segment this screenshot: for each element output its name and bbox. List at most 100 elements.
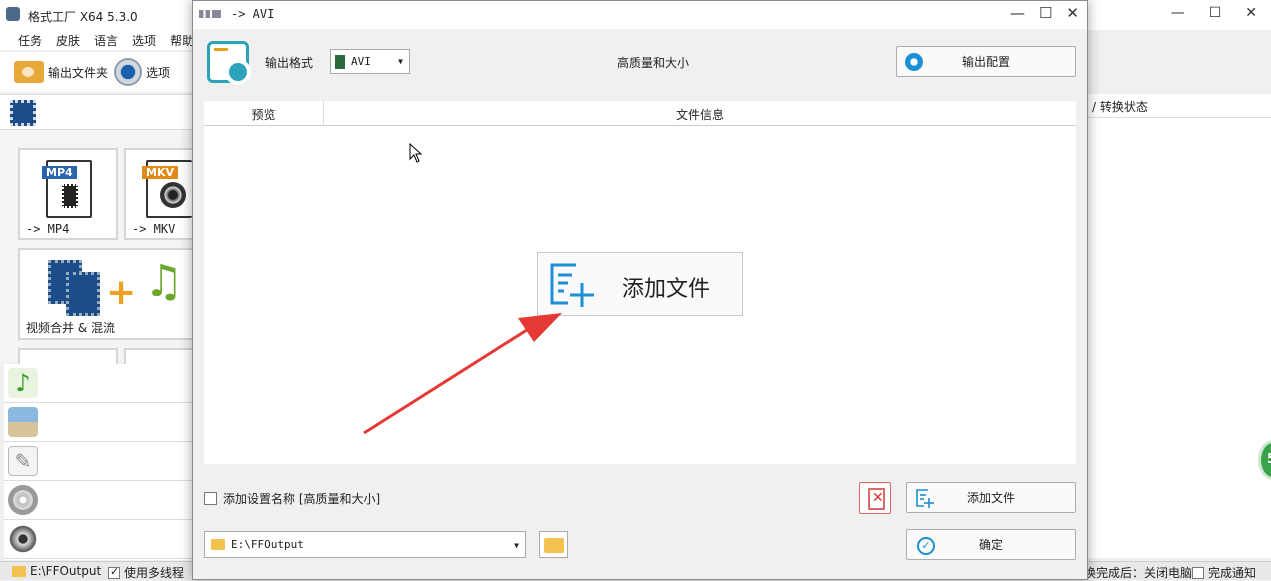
add-file-label: 添加文件 [966,491,1015,505]
menu-help[interactable]: 帮助 [170,32,194,49]
menu-language[interactable]: 语言 [94,32,118,49]
music-note-icon: ♫ [144,256,184,307]
add-file-big-label: 添加文件 [622,277,711,302]
category-tools[interactable] [4,520,194,559]
tile-partial[interactable] [124,348,200,364]
close-icon[interactable]: ✕ [1066,4,1079,22]
floating-widget-text: 5 [1267,452,1271,467]
maximize-icon[interactable]: ☐ [1039,4,1052,22]
picture-icon [8,407,38,437]
app-icon [6,7,20,21]
film-icon [66,272,100,316]
convert-dialog: -> AVI — ☐ ✕ 输出格式 AVI ▼ 高质量和大小 输出配置 预览 文… [192,0,1088,580]
mkv-tag: MKV [142,166,178,179]
delete-icon: ✕ [872,490,884,506]
task-list-header: / 转换状态 [1086,94,1271,118]
output-path-select[interactable]: E:\FFOutput ▼ [204,531,526,558]
add-file-button[interactable]: 添加文件 [906,482,1076,513]
dialog-title: -> AVI [231,7,275,21]
column-file-info[interactable]: 文件信息 [324,101,1076,125]
add-file-big-button[interactable]: 添加文件 [537,252,743,316]
add-setting-name-checkbox[interactable]: 添加设置名称 [高质量和大小] [204,490,380,507]
category-document[interactable]: ✎ [4,442,194,481]
film-reel-icon [8,524,38,554]
mp4-tag: MP4 [42,166,77,179]
dialog-app-icon [199,10,221,18]
remove-file-button[interactable]: ✕ [859,482,891,514]
disc-icon [160,182,186,208]
category-list: ♪ ✎ [4,364,194,560]
category-audio[interactable]: ♪ [4,364,194,403]
mouse-cursor-icon [409,143,423,163]
gear-icon [905,53,923,71]
add-file-icon [550,263,594,307]
dialog-window-controls: — ☐ ✕ [1010,4,1079,22]
mkv-file-icon: MKV [142,160,192,218]
maximize-icon[interactable]: ☐ [1209,5,1222,21]
output-format-value: AVI [351,55,371,68]
add-file-icon [916,489,934,508]
status-output-path[interactable]: E:\FFOutput [12,564,101,578]
film-strip-icon [62,184,78,208]
tile-partial[interactable] [18,348,118,364]
after-done-setting[interactable]: 转换完成后：关闭电脑 [1072,564,1192,581]
tile-to-mp4[interactable]: MP4 -> MP4 [18,148,118,240]
tile-to-mp4-label: -> MP4 [26,222,70,236]
folder-icon [14,61,44,83]
notify-label: 完成通知 [1208,566,1257,580]
output-folder-button[interactable]: 输出文件夹 [14,61,108,83]
multithread-checkbox[interactable]: 使用多线程 [108,564,184,581]
check-circle-icon: ✓ [917,537,935,555]
after-done-label: 转换完成后：关闭电脑 [1072,566,1193,580]
gear-icon [114,58,143,86]
tile-video-merge-label: 视频合并 & 混流 [26,321,115,335]
notify-checkbox[interactable]: 完成通知 [1192,564,1256,581]
close-icon[interactable]: ✕ [1245,5,1257,21]
checkbox-icon [108,565,120,579]
menu-options[interactable]: 选项 [132,32,156,49]
task-list [1086,118,1271,558]
minimize-icon[interactable]: — [1010,4,1025,22]
convert-status-column: / 转换状态 [1092,100,1148,114]
options-button[interactable]: 选项 [114,58,170,86]
main-title: 格式工厂 X64 5.3.0 [28,10,138,24]
chevron-down-icon: ▼ [398,57,403,66]
document-icon: ✎ [8,446,38,476]
options-label: 选项 [146,65,171,80]
output-format-select[interactable]: AVI ▼ [330,49,410,74]
tile-video-merge[interactable]: + ♫ 视频合并 & 混流 [18,248,200,340]
main-window-controls: — ☐ ✕ [1171,5,1257,21]
dialog-titlebar: -> AVI — ☐ ✕ [193,1,1087,29]
main-toolbar: 输出文件夹 选项 [0,52,200,92]
menu-skin[interactable]: 皮肤 [56,32,80,49]
multithread-label: 使用多线程 [124,566,185,580]
output-path-value: E:\FFOutput [231,538,304,551]
output-folder-label: 输出文件夹 [48,65,109,80]
disc-icon [8,485,38,515]
avi-file-icon [335,54,345,69]
confirm-button[interactable]: ✓ 确定 [906,529,1076,560]
confirm-label: 确定 [978,538,1003,552]
chevron-down-icon: ▼ [514,541,519,550]
music-note-icon: ♪ [8,368,38,398]
category-image[interactable] [4,403,194,442]
column-preview[interactable]: 预览 [204,101,324,125]
output-format-label: 输出格式 [265,56,314,70]
function-panel: MP4 -> MP4 MKV -> MKV + ♫ 视频合并 & 混流 [0,130,200,364]
menu-task[interactable]: 任务 [18,32,42,49]
category-rom[interactable] [4,481,194,520]
checkbox-icon [1192,566,1204,579]
folder-icon [12,565,26,577]
mp4-file-icon: MP4 [42,160,92,218]
tile-to-mkv[interactable]: MKV -> MKV [124,148,200,240]
file-list-header: 预览 文件信息 [204,101,1076,126]
output-config-button[interactable]: 输出配置 [896,46,1076,77]
plus-icon: + [106,272,137,313]
add-setting-name-label: 添加设置名称 [高质量和大小] [223,492,381,506]
browse-folder-button[interactable] [539,531,568,558]
checkbox-icon [204,492,217,505]
status-path-text: E:\FFOutput [30,564,102,578]
quality-preset: 高质量和大小 [616,56,689,70]
category-video[interactable] [0,94,200,130]
minimize-icon[interactable]: — [1171,5,1185,21]
